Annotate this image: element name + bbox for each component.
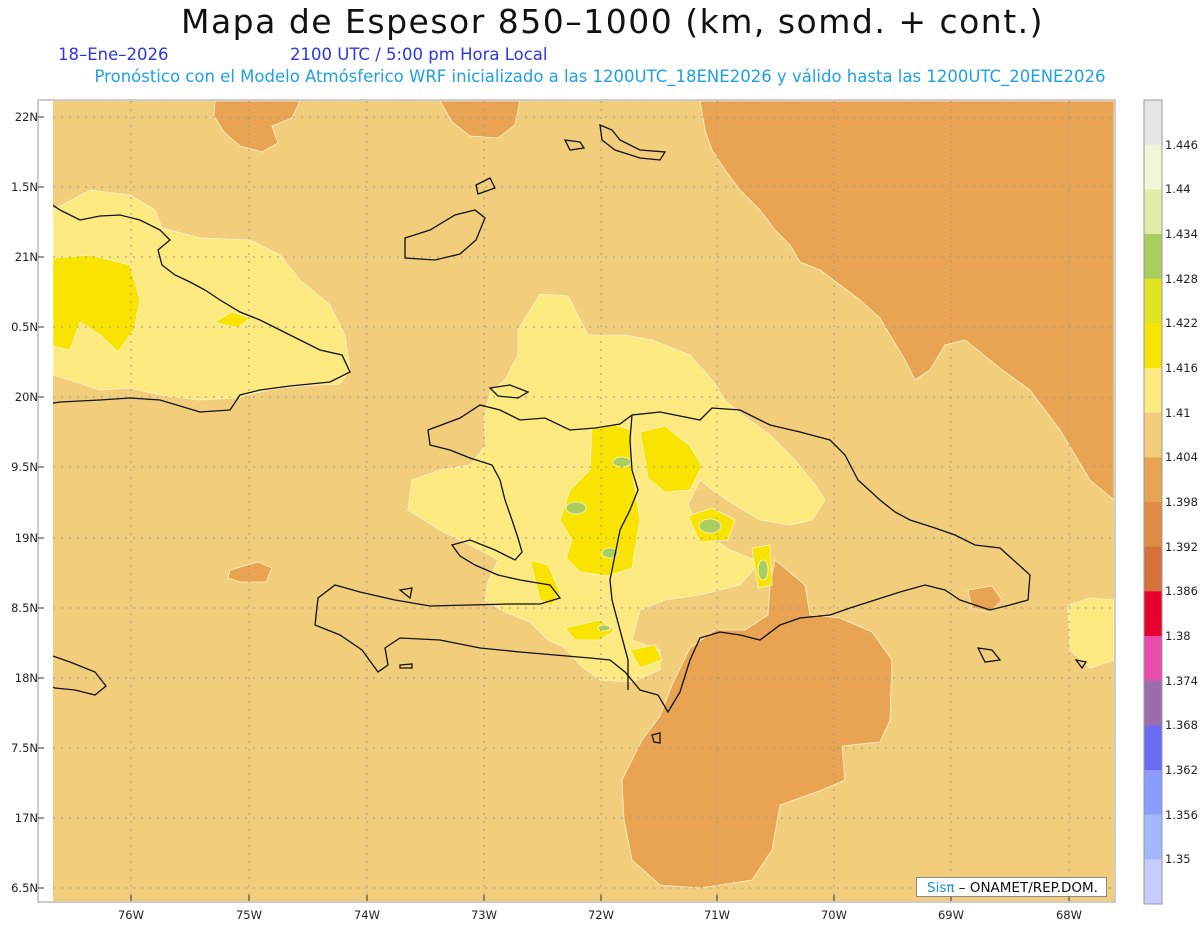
lon-label: 68W bbox=[1055, 908, 1082, 922]
lon-label: 71W bbox=[703, 908, 730, 922]
lon-label: 69W bbox=[937, 908, 964, 922]
colorbar-label: 1.44 bbox=[1165, 182, 1191, 197]
colorbar-label: 1.356 bbox=[1165, 807, 1198, 822]
colorbar-label: 1.35 bbox=[1165, 852, 1191, 867]
credit-box: Sisπ – ONAMET/REP.DOM. bbox=[916, 877, 1107, 897]
colorbar-swatch bbox=[1144, 234, 1162, 280]
colorbar-swatch bbox=[1144, 323, 1162, 369]
colorbar-swatch bbox=[1144, 725, 1162, 771]
colorbar-label: 1.38 bbox=[1165, 629, 1191, 643]
green-cell-1 bbox=[612, 456, 632, 468]
colorbar-swatch bbox=[1144, 636, 1162, 682]
colorbar-label: 1.386 bbox=[1165, 584, 1198, 599]
colorbar-swatch bbox=[1144, 457, 1162, 503]
lon-label: 72W bbox=[587, 908, 614, 922]
colorbar-label: 1.41 bbox=[1165, 405, 1191, 420]
colorbar-swatch bbox=[1144, 368, 1162, 414]
lon-label: 75W bbox=[235, 908, 262, 922]
colorbar-label: 1.374 bbox=[1165, 673, 1198, 688]
thickness-fill-layer bbox=[53, 101, 1114, 901]
colorbar bbox=[1143, 99, 1163, 905]
colorbar-label: 1.362 bbox=[1165, 763, 1198, 777]
colorbar-label: 1.416 bbox=[1165, 361, 1198, 375]
colorbar-label: 1.434 bbox=[1165, 227, 1198, 241]
lat-label: 19N bbox=[14, 531, 38, 545]
colorbar-swatch bbox=[1144, 144, 1162, 190]
green-cell-4 bbox=[698, 518, 722, 534]
lat-label: 17N bbox=[14, 811, 38, 825]
lon-label: 70W bbox=[820, 908, 847, 922]
lat-label: 6.5N bbox=[11, 881, 38, 895]
credit-brand: Sisπ bbox=[927, 880, 955, 896]
lon-label: 76W bbox=[117, 908, 144, 922]
green-cell-5 bbox=[757, 559, 769, 581]
lat-label: 22N bbox=[14, 110, 38, 124]
colorbar-label: 1.422 bbox=[1165, 316, 1198, 331]
colorbar-swatch bbox=[1144, 591, 1162, 637]
colorbar-label: 1.392 bbox=[1165, 539, 1198, 554]
colorbar-swatch bbox=[1144, 680, 1162, 726]
lon-label: 74W bbox=[353, 908, 380, 922]
colorbar-swatch bbox=[1144, 814, 1162, 860]
colorbar-label: 1.446 bbox=[1165, 137, 1198, 152]
colorbar-swatch bbox=[1144, 770, 1162, 816]
lat-label: 7.5N bbox=[11, 741, 38, 755]
thickness-map bbox=[37, 99, 1163, 905]
green-cell-2 bbox=[565, 501, 587, 515]
lat-label: 0.5N bbox=[11, 320, 38, 334]
lat-label: 9.5N bbox=[11, 460, 38, 474]
colorbar-swatch bbox=[1144, 859, 1162, 905]
colorbar-label: 1.368 bbox=[1165, 718, 1198, 733]
colorbar-swatch bbox=[1144, 546, 1162, 592]
colorbar-swatch bbox=[1144, 412, 1162, 458]
colorbar-swatch bbox=[1144, 502, 1162, 548]
colorbar-label: 1.428 bbox=[1165, 271, 1198, 286]
colorbar-label: 1.398 bbox=[1165, 495, 1198, 509]
lat-label: 18N bbox=[14, 671, 38, 685]
lat-label: 21N bbox=[14, 250, 38, 264]
colorbar-label: 1.404 bbox=[1165, 450, 1198, 465]
lon-label: 73W bbox=[470, 908, 497, 922]
credit-text: – ONAMET/REP.DOM. bbox=[958, 880, 1098, 896]
colorbar-swatch bbox=[1144, 189, 1162, 235]
green-cell-6 bbox=[597, 624, 611, 632]
lat-label: 20N bbox=[14, 390, 38, 404]
colorbar-swatch bbox=[1144, 100, 1162, 146]
lat-label: 1.5N bbox=[11, 180, 38, 194]
lat-label: 8.5N bbox=[11, 601, 38, 615]
colorbar-swatch bbox=[1144, 278, 1162, 324]
